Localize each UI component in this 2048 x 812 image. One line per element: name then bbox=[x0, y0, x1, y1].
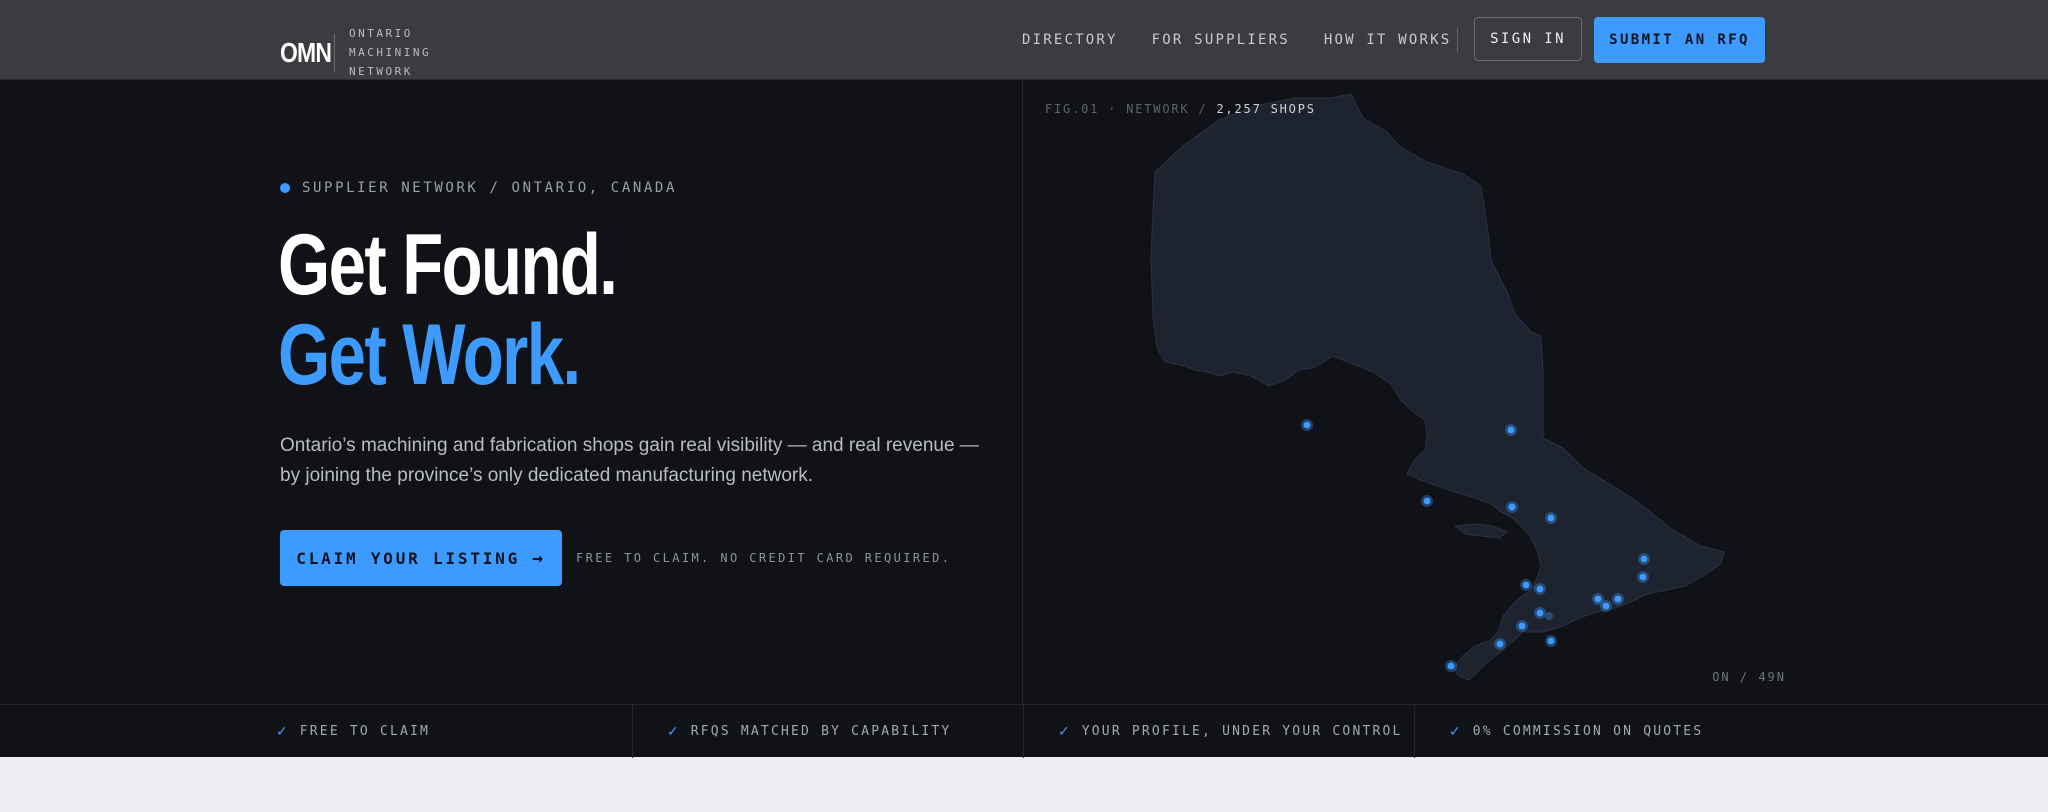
feature-text: RFQS MATCHED BY CAPABILITY bbox=[690, 724, 952, 739]
shop-node-core bbox=[1536, 585, 1544, 593]
shop-node-core bbox=[1508, 503, 1516, 511]
check-icon: ✓ bbox=[667, 723, 679, 739]
logo-divider bbox=[334, 33, 335, 72]
shop-node-core bbox=[1639, 573, 1647, 581]
shop-node-core bbox=[1602, 602, 1610, 610]
logo-line-3: NETWORK bbox=[349, 65, 413, 78]
feature-text: YOUR PROFILE, UNDER YOUR CONTROL bbox=[1081, 724, 1403, 739]
feature-strip: ✓ FREE TO CLAIM ✓ RFQS MATCHED BY CAPABI… bbox=[0, 704, 2048, 758]
feature-item: ✓ YOUR PROFILE, UNDER YOUR CONTROL bbox=[1023, 705, 1414, 758]
shop-node-core bbox=[1447, 662, 1455, 670]
feature-text: 0% COMMISSION ON QUOTES bbox=[1472, 724, 1704, 739]
nav-link-directory[interactable]: DIRECTORY bbox=[1022, 32, 1118, 48]
check-icon: ✓ bbox=[1449, 723, 1461, 739]
figure-prefix: FIG.01 · NETWORK / bbox=[1045, 102, 1208, 116]
sign-in-button[interactable]: SIGN IN bbox=[1474, 17, 1582, 61]
feature-text: FREE TO CLAIM bbox=[299, 724, 431, 739]
shop-node-core bbox=[1303, 421, 1311, 429]
shop-node-core bbox=[1640, 555, 1648, 563]
nav-link-how-it-works[interactable]: HOW IT WORKS bbox=[1324, 32, 1452, 48]
hero-eyebrow: SUPPLIER NETWORK / ONTARIO, CANADA bbox=[280, 180, 677, 196]
shop-node-core bbox=[1547, 514, 1555, 522]
logo-mark: OMN bbox=[280, 36, 332, 68]
network-map-panel: FIG.01 · NETWORK / 2,257 SHOPS ON / 49N bbox=[1022, 80, 2048, 704]
logo-line-2: MACHINING bbox=[349, 46, 432, 59]
headline-line-1: Get Found. bbox=[278, 217, 618, 313]
nav-divider bbox=[1457, 28, 1458, 52]
logo-wordmark: ONTARIO MACHINING NETWORK bbox=[349, 24, 431, 81]
check-icon: ✓ bbox=[276, 723, 288, 739]
manitoulin-island-shape bbox=[1453, 523, 1508, 539]
figure-caption: FIG.01 · NETWORK / 2,257 SHOPS bbox=[1045, 102, 1316, 116]
feature-item: ✓ RFQS MATCHED BY CAPABILITY bbox=[632, 705, 1023, 758]
coordinate-label: ON / 49N bbox=[1712, 670, 1786, 684]
feature-item: ✓ FREE TO CLAIM bbox=[276, 705, 632, 758]
eyebrow-text: SUPPLIER NETWORK / ONTARIO, CANADA bbox=[302, 180, 677, 196]
hero-section: SUPPLIER NETWORK / ONTARIO, CANADA Get F… bbox=[0, 80, 2048, 704]
check-icon: ✓ bbox=[1058, 723, 1070, 739]
hero-description: Ontario’s machining and fabrication shop… bbox=[280, 435, 979, 486]
claim-listing-button[interactable]: CLAIM YOUR LISTING → bbox=[280, 530, 562, 586]
logo-line-1: ONTARIO bbox=[349, 27, 413, 40]
shop-node-core bbox=[1594, 595, 1602, 603]
submit-rfq-button[interactable]: SUBMIT AN RFQ bbox=[1594, 17, 1765, 63]
logo[interactable]: OMN ONTARIO MACHINING NETWORK bbox=[280, 24, 431, 81]
ontario-map bbox=[1150, 93, 1725, 681]
shop-node-core bbox=[1614, 595, 1622, 603]
nav-links: DIRECTORY FOR SUPPLIERS HOW IT WORKS bbox=[1022, 32, 1485, 48]
nav-link-for-suppliers[interactable]: FOR SUPPLIERS bbox=[1152, 32, 1290, 48]
shop-node-core bbox=[1423, 497, 1431, 505]
feature-item: ✓ 0% COMMISSION ON QUOTES bbox=[1414, 705, 1834, 758]
top-navigation: OMN ONTARIO MACHINING NETWORK DIRECTORY … bbox=[0, 0, 2048, 80]
arrow-right-icon: → bbox=[532, 547, 546, 569]
ontario-province-shape bbox=[1150, 93, 1725, 681]
shop-node-core bbox=[1496, 640, 1504, 648]
shop-node-core bbox=[1536, 609, 1544, 617]
claim-listing-label: CLAIM YOUR LISTING bbox=[296, 548, 521, 568]
cta-note: FREE TO CLAIM. NO CREDIT CARD REQUIRED. bbox=[576, 551, 952, 565]
shop-node-core bbox=[1547, 637, 1555, 645]
hero-copy: SUPPLIER NETWORK / ONTARIO, CANADA Get F… bbox=[0, 80, 1022, 704]
shop-node-core bbox=[1522, 581, 1530, 589]
shop-node-core bbox=[1507, 426, 1515, 434]
headline-line-2: Get Work. bbox=[278, 307, 581, 403]
hero-headline: Get Found. Get Work. bbox=[278, 220, 712, 400]
shop-count: 2,257 SHOPS bbox=[1216, 102, 1316, 116]
shop-node-core bbox=[1518, 622, 1526, 630]
status-dot-icon bbox=[280, 183, 290, 193]
shop-node bbox=[1545, 612, 1553, 620]
